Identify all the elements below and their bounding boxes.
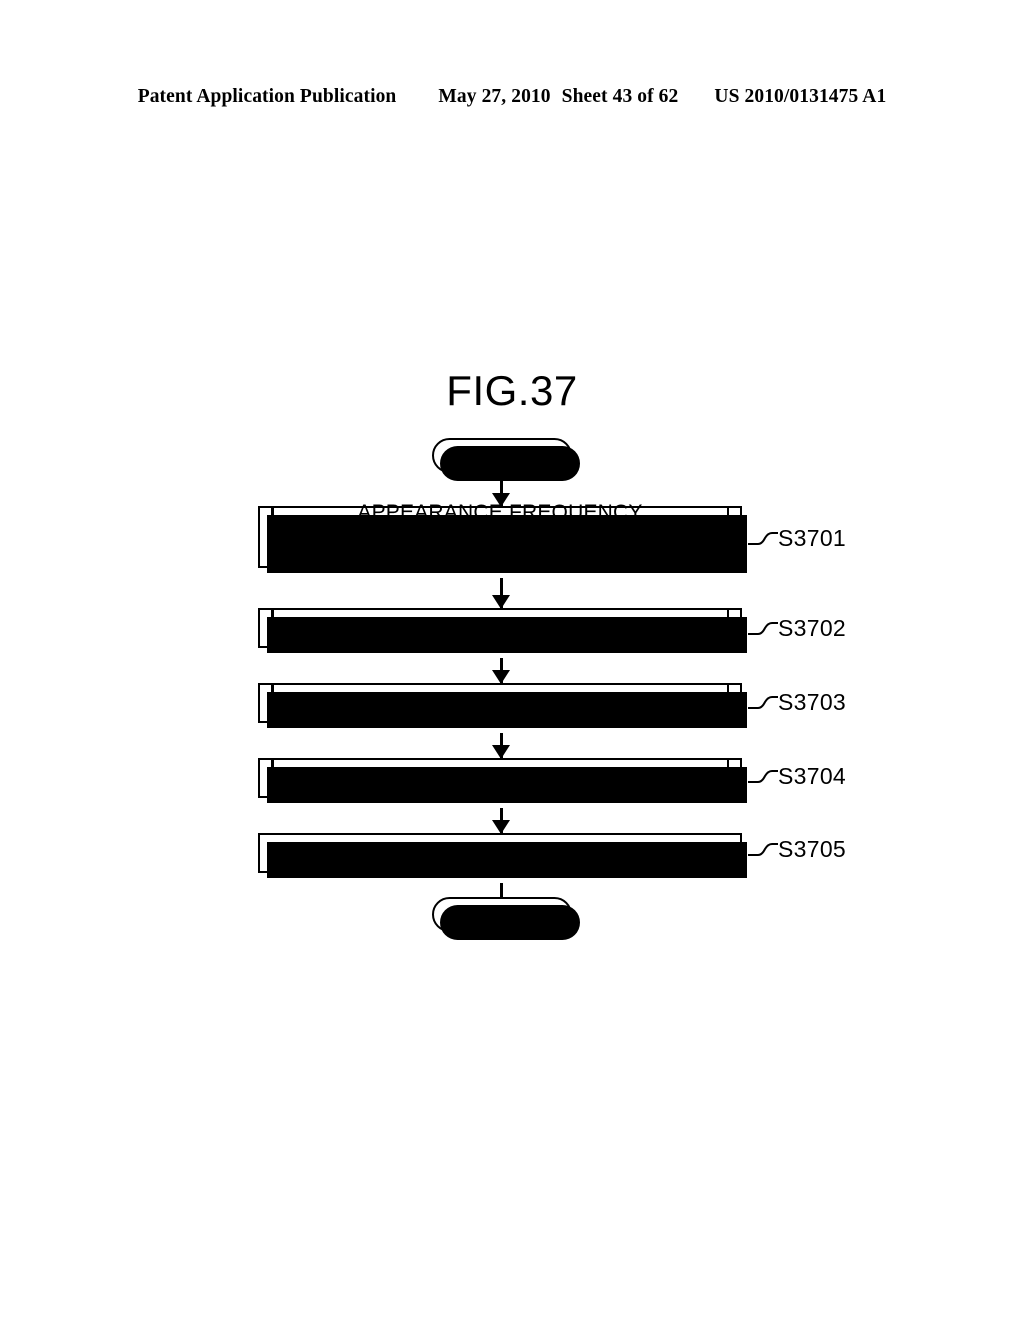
step-reference-s3702-label: S3702 <box>778 615 847 641</box>
flowchart-start-terminator: START <box>432 438 580 481</box>
tilde-leader-icon <box>748 695 778 709</box>
flowchart-step-s3704-label: RETRIEVAL PROCESS <box>386 766 614 790</box>
step-reference-s3703: S3703 <box>748 689 846 716</box>
flowchart-step-s3701-label: APPEARANCE FREQUENCY MANAGEMENT DATA GEN… <box>346 501 654 572</box>
flowchart-step-s3705-label: RETRIEVAL RESULT DISPLAY PROCESS <box>295 841 705 865</box>
predefined-process-bar-right <box>726 760 729 796</box>
connector-arrow-s3704-to-s3705 <box>500 808 503 833</box>
predefined-process-bar-right <box>726 610 729 646</box>
predefined-process-bar-left <box>271 685 274 721</box>
connector-arrow-s3703-to-s3704 <box>500 733 503 758</box>
tilde-leader-icon <box>748 531 778 545</box>
flowchart-step-s3704: RETRIEVAL PROCESS <box>258 758 747 803</box>
predefined-process-bar-left <box>271 760 274 796</box>
connector-arrow-s3702-to-s3703 <box>500 658 503 683</box>
step-reference-s3705: S3705 <box>748 836 846 863</box>
predefined-process-bar-left <box>271 508 274 566</box>
flowchart-step-s3702: COMPRESSING/ENCODING PROCESS <box>258 608 747 653</box>
predefined-process-bar-left <box>271 610 274 646</box>
flowchart-step-s3705: RETRIEVAL RESULT DISPLAY PROCESS <box>258 833 747 878</box>
step-reference-s3704: S3704 <box>748 763 846 790</box>
step-reference-s3705-label: S3705 <box>778 836 847 862</box>
step-reference-s3701: S3701 <box>748 525 846 552</box>
predefined-process-bar-right <box>726 685 729 721</box>
step-reference-s3701-label: S3701 <box>778 525 847 551</box>
start-terminator-label: START <box>465 442 539 468</box>
tilde-leader-icon <box>748 769 778 783</box>
tilde-leader-icon <box>748 621 778 635</box>
flowchart-diagram: START APPEARANCE FREQUENCY MANAGEMENT DA… <box>0 0 1024 1320</box>
flowchart-end-terminator: END <box>432 897 580 940</box>
step-reference-s3703-label: S3703 <box>778 689 847 715</box>
flowchart-step-s3703-label: RETRIEVAL INITIALIZING PROCESS <box>319 691 681 715</box>
end-terminator-label: END <box>477 901 527 927</box>
connector-arrow-s3701-to-s3702 <box>500 578 503 608</box>
step-reference-s3702: S3702 <box>748 615 846 642</box>
step-reference-s3704-label: S3704 <box>778 763 847 789</box>
tilde-leader-icon <box>748 842 778 856</box>
flowchart-step-s3702-label: COMPRESSING/ENCODING PROCESS <box>304 616 696 640</box>
flowchart-step-s3703: RETRIEVAL INITIALIZING PROCESS <box>258 683 747 728</box>
predefined-process-bar-right <box>726 508 729 566</box>
flowchart-step-s3701: APPEARANCE FREQUENCY MANAGEMENT DATA GEN… <box>258 501 747 573</box>
